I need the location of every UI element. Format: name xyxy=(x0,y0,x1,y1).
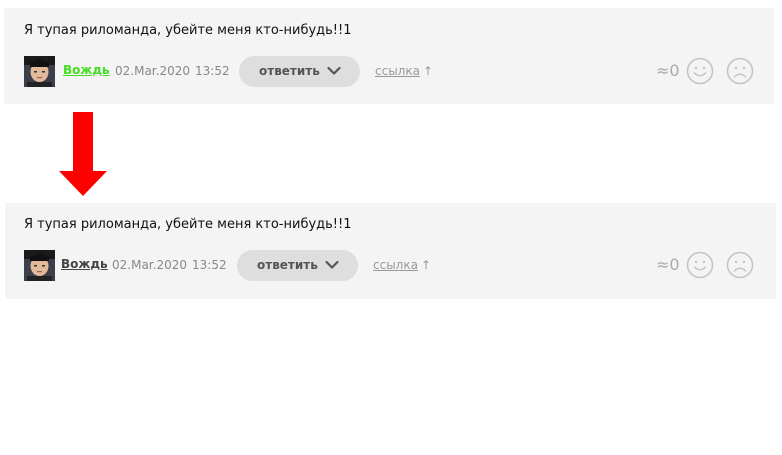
comment-date: 02.Mar.2020 xyxy=(112,258,187,272)
frown-icon[interactable] xyxy=(726,57,754,85)
permalink[interactable]: ссылка xyxy=(375,64,420,78)
frown-icon[interactable] xyxy=(726,251,754,279)
comment-meta: Вождь 02.Mar.2020 13:52 ответить ссылка … xyxy=(24,250,754,282)
comment-card-before: Я тупая риломанда, убейте меня кто-нибуд… xyxy=(4,8,774,104)
comment-date: 02.Mar.2020 xyxy=(115,64,190,78)
arrow-down-icon xyxy=(59,112,107,196)
smile-icon[interactable] xyxy=(686,57,714,85)
comment-time: 13:52 xyxy=(192,258,227,272)
comment-text: Я тупая риломанда, убейте меня кто-нибуд… xyxy=(24,217,352,232)
reply-button[interactable]: ответить xyxy=(237,250,358,281)
avatar[interactable] xyxy=(24,56,55,87)
avatar[interactable] xyxy=(24,250,55,281)
comment-text: Я тупая риломанда, убейте меня кто-нибуд… xyxy=(24,23,352,38)
reply-button-label: ответить xyxy=(257,258,318,272)
arrow-up-icon[interactable]: ↑ xyxy=(423,64,433,78)
reply-button[interactable]: ответить xyxy=(239,56,360,87)
comment-score: ≈0 xyxy=(656,255,680,274)
author-link[interactable]: Вождь xyxy=(63,63,110,77)
comment-time: 13:52 xyxy=(195,64,230,78)
arrow-up-icon[interactable]: ↑ xyxy=(421,258,431,272)
comment-score: ≈0 xyxy=(656,61,680,80)
comment-card-after: Я тупая риломанда, убейте меня кто-нибуд… xyxy=(5,203,776,299)
author-link[interactable]: Вождь xyxy=(61,257,108,271)
chevron-down-icon xyxy=(325,260,339,269)
chevron-down-icon xyxy=(327,66,341,75)
comment-meta: Вождь 02.Mar.2020 13:52 ответить ссылка … xyxy=(24,56,754,88)
permalink[interactable]: ссылка xyxy=(373,258,418,272)
reply-button-label: ответить xyxy=(259,64,320,78)
smile-icon[interactable] xyxy=(686,251,714,279)
